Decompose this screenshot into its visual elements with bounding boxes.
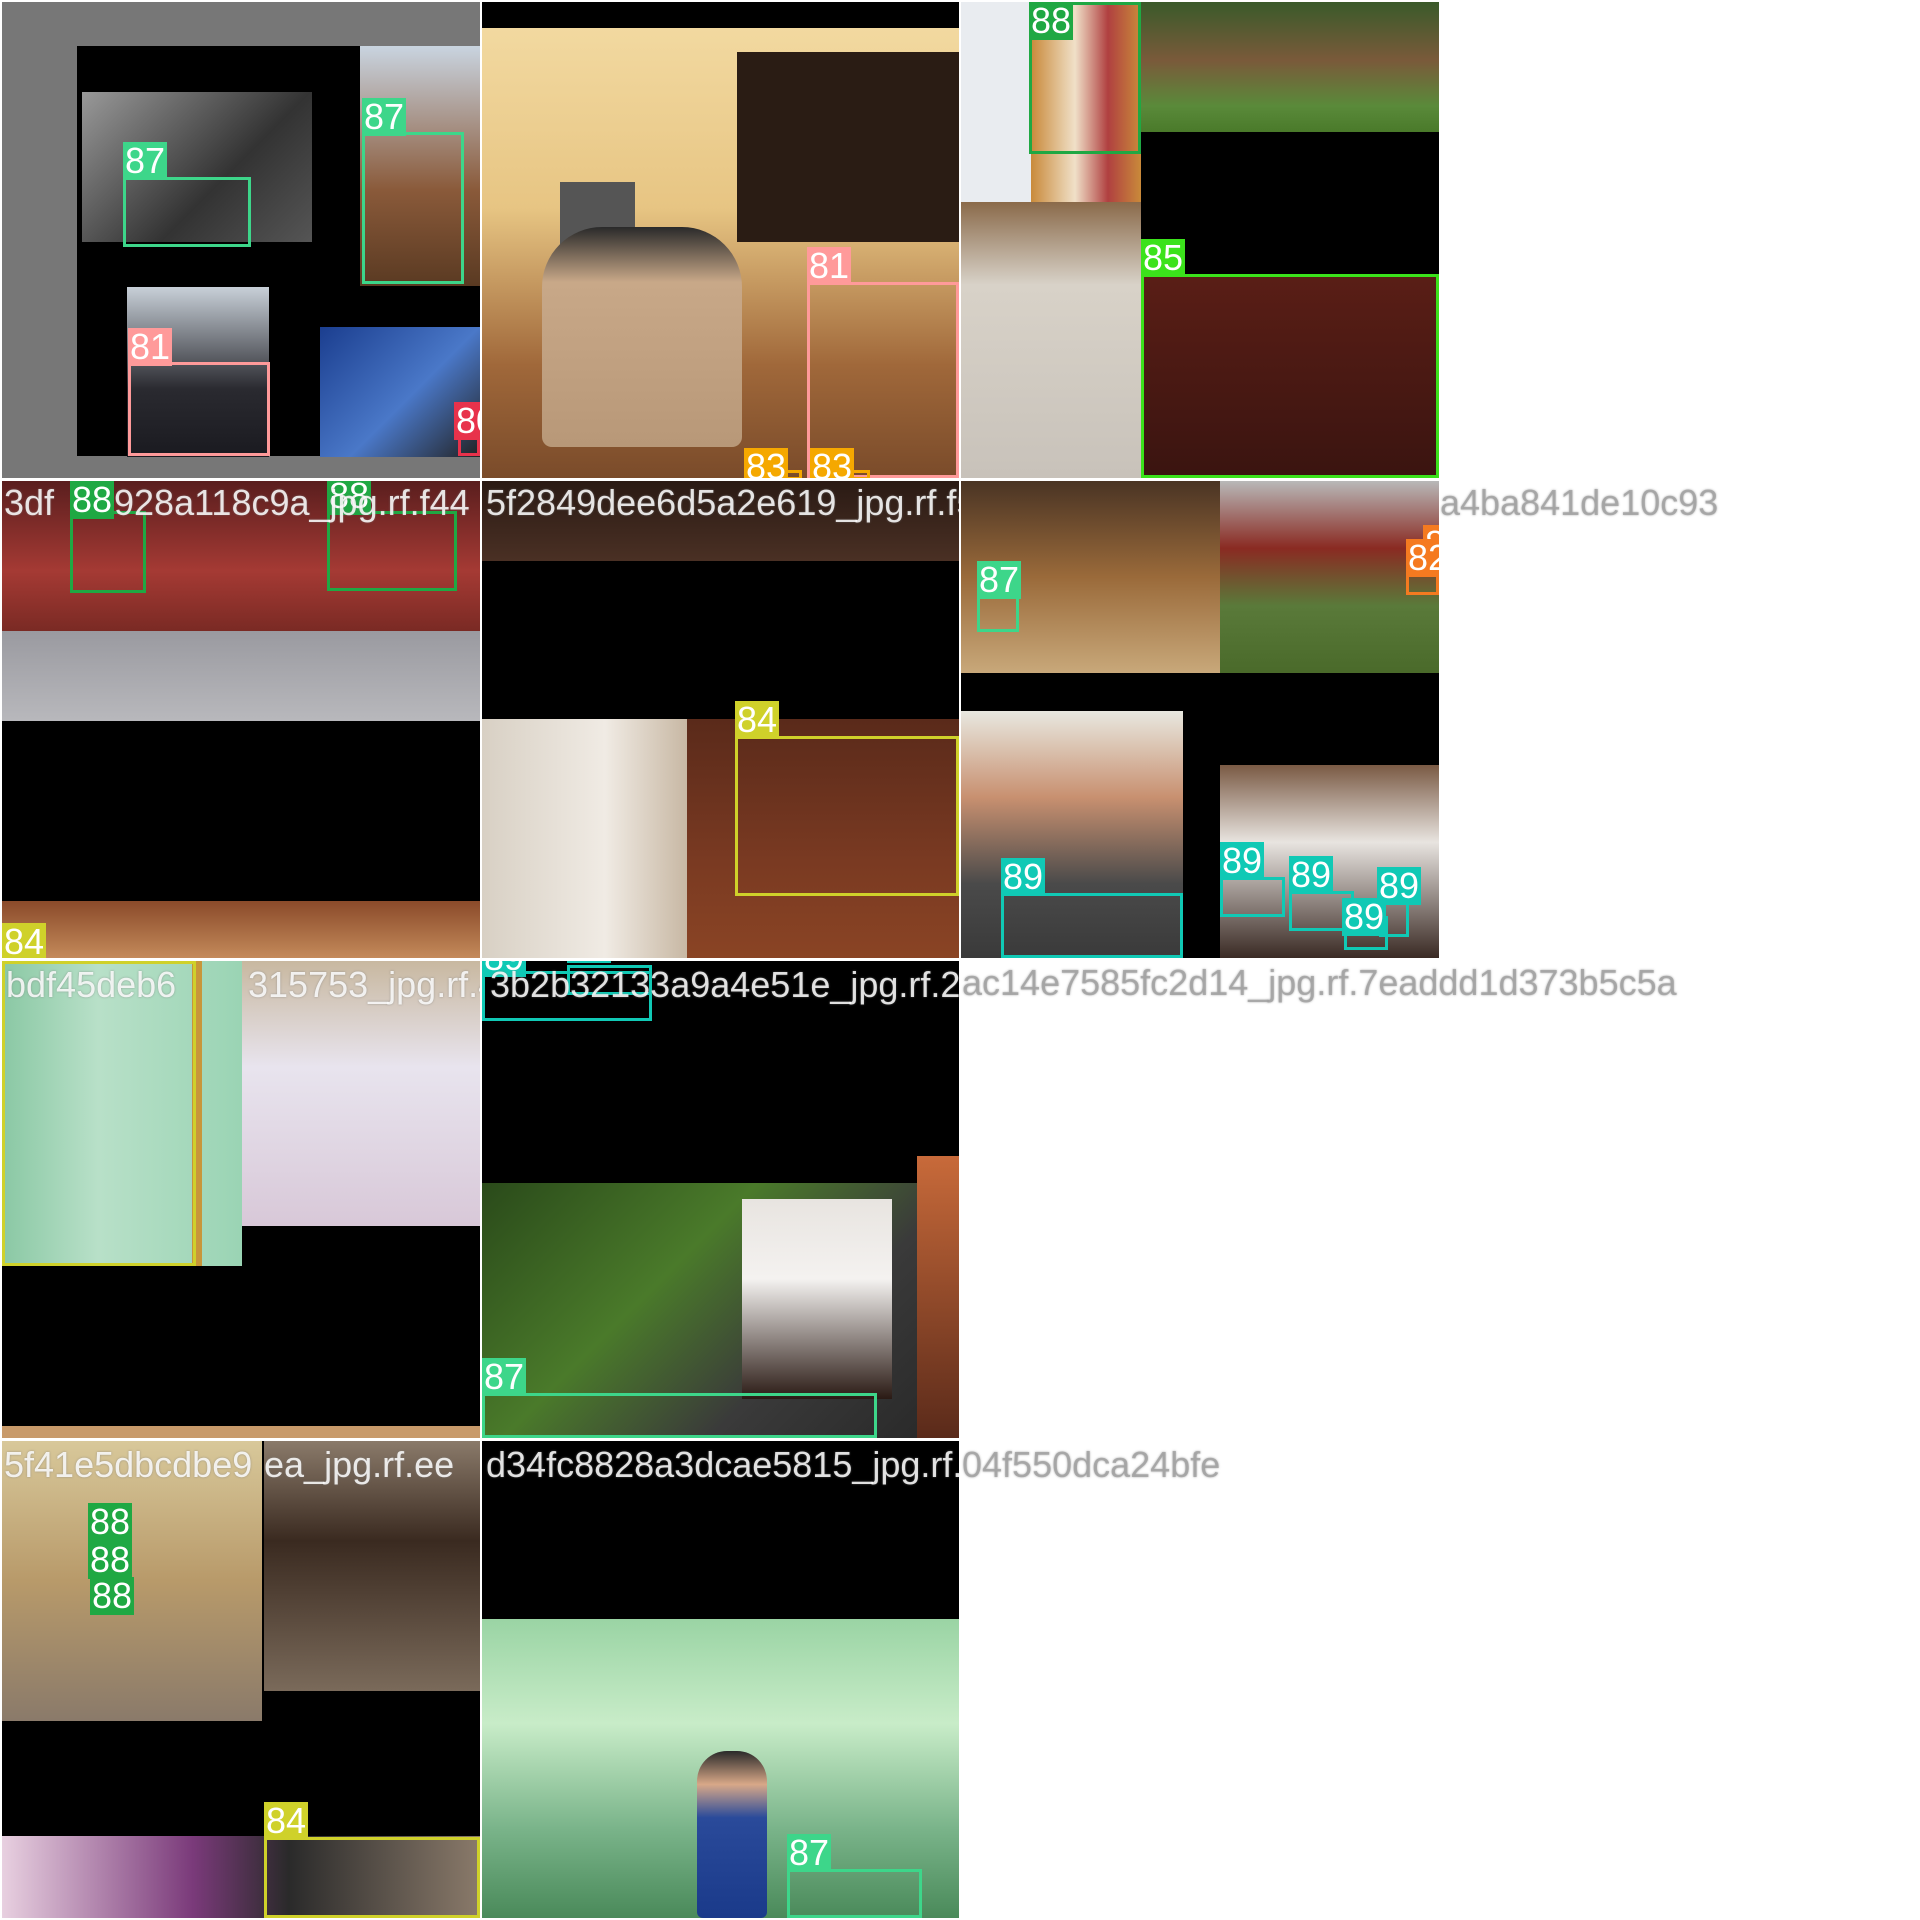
detection-box [264,1837,480,1918]
detection-label: 85 [1141,237,1186,278]
detection-label: 89 [1220,840,1265,881]
filename-label: 3df [4,482,55,523]
detection-label: 87 [977,559,1022,600]
photo-white-wall [961,2,1031,202]
photo-student [697,1751,767,1918]
detection-label: 84 [264,1800,309,1841]
filename-label: d34fc8828a3dcae5815_jpg.rf.af [486,1444,959,1485]
detection-label: 84 [735,699,780,740]
detection-box [1220,877,1285,917]
detection-box [2,961,196,1266]
filename-label: 5f2849dee6d5a2e619_jpg.rf.f55c3bbe3e2d9f… [486,482,959,523]
filename-label: a4ba841de10c93 [1440,482,1719,523]
detection-box [128,362,270,456]
mosaic-tile-8: 89 89 87 3b2b32133a9a4e51e_jpg.rf.29 [482,961,959,1438]
detection-label: 89 [1342,896,1387,937]
photo-sidewalk [2,631,480,721]
detection-label: 81 [128,326,173,367]
detection-label: 88 [1029,2,1074,41]
photo-man [542,227,742,447]
detection-label: 89 [567,961,612,963]
detection-box [327,511,457,591]
detection-label: 87 [123,140,168,181]
detection-label: 83 [810,448,855,478]
mosaic-tile-4: 88 88 84 3df 928a118c9a_jpg.rf.f44 [2,481,480,958]
photo-bottom-strip [2,1426,480,1438]
filename-label: ac14e7585fc2d14_jpg.rf.7eaddd1d373b5c5a [962,962,1677,1003]
photo-right-strip [917,1156,959,1438]
detection-label: 89 [1289,854,1334,895]
photo-garden [1141,2,1439,132]
detection-box [787,1869,922,1918]
detection-box [1141,274,1439,478]
photo-curtain [482,719,687,958]
detection-label: 87 [482,1356,527,1397]
mosaic-tile-2: 81 83 83 [482,2,959,478]
detection-label: 81 [807,245,852,286]
filename-label: bdf45deb6 [6,964,177,1005]
detection-box [977,596,1019,632]
detection-label: 88 [70,481,115,520]
mosaic-tile-11: 87 d34fc8828a3dcae5815_jpg.rf.af [482,1441,959,1918]
photo-window [737,52,959,242]
detection-label: 89 [1001,856,1046,897]
filename-label: ea_jpg.rf.ee [264,1444,455,1485]
mosaic-tile-6: 87 82 82 89 89 89 89 89 [961,481,1439,958]
mosaic-tile-10: 88 88 88 84 5f41e5dbcdbe9 ea_jpg.rf.ee [2,1441,480,1918]
filename-label: 5f41e5dbcdbe9 [4,1444,253,1485]
detection-box [70,511,146,593]
detection-label: 88 [88,1539,133,1580]
filename-label: 928a118c9a_jpg.rf.f44 [114,482,470,523]
detection-label: 87 [362,96,407,137]
detection-box [1001,893,1183,958]
detection-label: 83 [744,448,789,478]
detection-label: 84 [2,923,47,958]
photo-wood-floor [2,901,480,958]
filename-label: 04f550dca24bfe [962,1444,1221,1485]
detection-label: 87 [787,1832,832,1873]
filename-label: 315753_jpg.rf.43 [248,964,480,1005]
detection-label: 82 [1406,539,1439,577]
detection-label: 88 [90,1575,135,1616]
photo-whiteboard [961,202,1141,478]
detection-box [123,177,251,247]
mosaic-tile-1: 87 87 81 80 [2,2,480,478]
detection-box [482,1393,877,1438]
photo-wine-poster [742,1199,892,1399]
mosaic-tile-7: 89 bdf45deb6 315753_jpg.rf.43 [2,961,480,1438]
detection-box [735,736,959,896]
mosaic-tile-5: 84 5f2849dee6d5a2e619_jpg.rf.f55c3bbe3e2… [482,481,959,958]
filename-label: 3b2b32133a9a4e51e_jpg.rf.29 [490,964,959,1005]
detection-label: 80 [454,402,480,440]
mosaic-tile-3: 88 85 [961,2,1439,478]
detection-label: 88 [88,1501,133,1542]
detection-box [362,132,464,284]
